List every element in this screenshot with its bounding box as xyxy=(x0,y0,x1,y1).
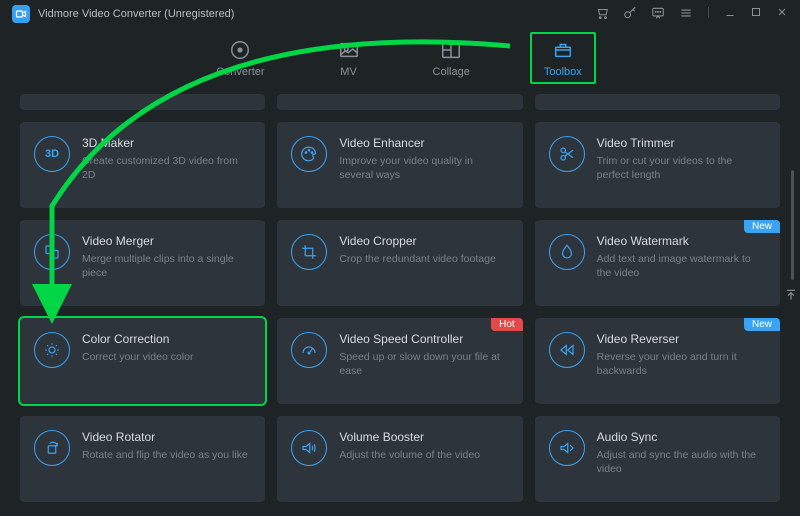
card-desc: Rotate and flip the video as you like xyxy=(82,448,251,462)
tool-audio-sync[interactable]: Audio Sync Adjust and sync the audio with… xyxy=(535,416,780,502)
title-bar: Vidmore Video Converter (Unregistered) | xyxy=(0,0,800,28)
card-desc: Speed up or slow down your file at ease xyxy=(339,350,508,378)
tool-card-partial[interactable] xyxy=(277,94,522,110)
tool-video-watermark[interactable]: New Video Watermark Add text and image wa… xyxy=(535,220,780,306)
mv-icon xyxy=(337,38,361,62)
merge-icon xyxy=(34,234,70,270)
card-title: 3D Maker xyxy=(82,136,251,150)
brightness-icon xyxy=(34,332,70,368)
card-title: Color Correction xyxy=(82,332,251,346)
tool-card-partial[interactable] xyxy=(20,94,265,110)
tab-label: Collage xyxy=(433,66,470,78)
app-logo-icon xyxy=(12,5,30,23)
tool-video-enhancer[interactable]: Video Enhancer Improve your video quality… xyxy=(277,122,522,208)
tool-video-reverser[interactable]: New Video Reverser Reverse your video and… xyxy=(535,318,780,404)
tool-video-speed[interactable]: Hot Video Speed Controller Speed up or sl… xyxy=(277,318,522,404)
tab-toolbox[interactable]: Toolbox xyxy=(530,32,596,84)
tool-3d-maker[interactable]: 3D 3D Maker Create customized 3D video fr… xyxy=(20,122,265,208)
feedback-icon[interactable] xyxy=(651,6,665,23)
rotate-icon xyxy=(34,430,70,466)
tab-collage[interactable]: Collage xyxy=(421,34,482,82)
card-title: Video Watermark xyxy=(597,234,766,248)
volume-icon xyxy=(291,430,327,466)
card-desc: Adjust the volume of the video xyxy=(339,448,508,462)
card-title: Video Trimmer xyxy=(597,136,766,150)
card-desc: Adjust and sync the audio with the video xyxy=(597,448,766,476)
card-title: Video Enhancer xyxy=(339,136,508,150)
card-title: Audio Sync xyxy=(597,430,766,444)
tool-color-correction[interactable]: Color Correction Correct your video color xyxy=(20,318,265,404)
droplet-icon xyxy=(549,234,585,270)
rewind-icon xyxy=(549,332,585,368)
tab-label: Toolbox xyxy=(544,66,582,78)
tab-label: MV xyxy=(340,66,357,78)
card-desc: Improve your video quality in several wa… xyxy=(339,154,508,182)
main-tabs: Converter MV Collage Toolbox xyxy=(0,28,800,88)
card-title: Video Rotator xyxy=(82,430,251,444)
tool-video-trimmer[interactable]: Video Trimmer Trim or cut your videos to … xyxy=(535,122,780,208)
maximize-icon[interactable] xyxy=(750,6,762,23)
audio-sync-icon xyxy=(549,430,585,466)
converter-icon xyxy=(228,38,252,62)
card-desc: Trim or cut your videos to the perfect l… xyxy=(597,154,766,182)
3d-icon: 3D xyxy=(34,136,70,172)
tool-card-partial[interactable] xyxy=(535,94,780,110)
collage-icon xyxy=(439,38,463,62)
card-title: Video Speed Controller xyxy=(339,332,508,346)
tool-video-rotator[interactable]: Video Rotator Rotate and flip the video a… xyxy=(20,416,265,502)
card-desc: Reverse your video and turn it backwards xyxy=(597,350,766,378)
tool-video-merger[interactable]: Video Merger Merge multiple clips into a … xyxy=(20,220,265,306)
tab-mv[interactable]: MV xyxy=(325,34,373,82)
scrollbar[interactable] xyxy=(791,170,794,280)
toolbox-icon xyxy=(551,38,575,62)
scissors-icon xyxy=(549,136,585,172)
tool-video-cropper[interactable]: Video Cropper Crop the redundant video fo… xyxy=(277,220,522,306)
card-title: Video Reverser xyxy=(597,332,766,346)
menu-icon[interactable] xyxy=(679,6,693,23)
hot-badge: Hot xyxy=(491,318,523,331)
card-title: Video Cropper xyxy=(339,234,508,248)
card-desc: Correct your video color xyxy=(82,350,251,364)
card-desc: Merge multiple clips into a single piece xyxy=(82,252,251,280)
new-badge: New xyxy=(744,220,780,233)
window-title: Vidmore Video Converter (Unregistered) xyxy=(38,8,234,20)
tab-converter[interactable]: Converter xyxy=(204,34,276,82)
crop-icon xyxy=(291,234,327,270)
palette-icon xyxy=(291,136,327,172)
new-badge: New xyxy=(744,318,780,331)
tool-volume-booster[interactable]: Volume Booster Adjust the volume of the v… xyxy=(277,416,522,502)
key-icon[interactable] xyxy=(623,6,637,23)
cart-icon[interactable] xyxy=(595,6,609,23)
card-desc: Add text and image watermark to the vide… xyxy=(597,252,766,280)
scroll-to-top-icon[interactable] xyxy=(784,288,798,305)
card-desc: Create customized 3D video from 2D xyxy=(82,154,251,182)
gauge-icon xyxy=(291,332,327,368)
tab-label: Converter xyxy=(216,66,264,78)
card-desc: Crop the redundant video footage xyxy=(339,252,508,266)
card-title: Volume Booster xyxy=(339,430,508,444)
close-icon[interactable] xyxy=(776,6,788,23)
minimize-icon[interactable] xyxy=(724,6,736,23)
card-title: Video Merger xyxy=(82,234,251,248)
